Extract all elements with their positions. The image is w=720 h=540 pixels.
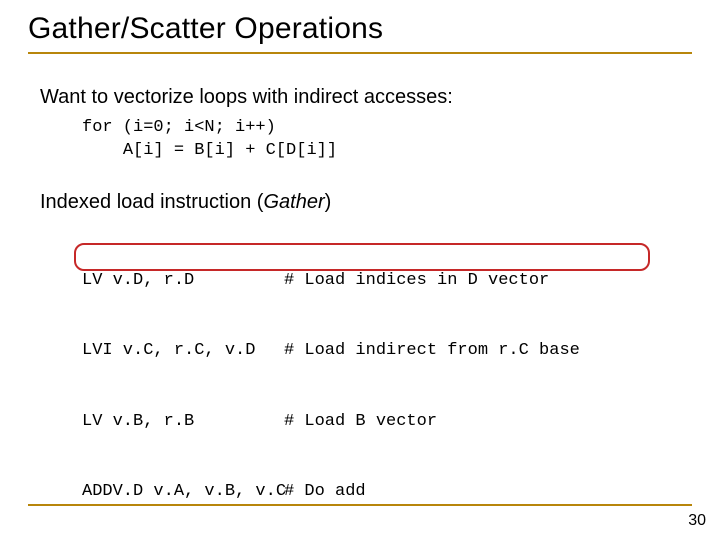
asm-row-0: LV v.D, r.D# Load indices in D vector [82, 269, 692, 292]
asm-row-2: LV v.B, r.B# Load B vector [82, 410, 692, 433]
intro-line: Want to vectorize loops with indirect ac… [40, 86, 692, 109]
c-code-line-1: for (i=0; i<N; i++) [82, 118, 276, 137]
assembly-block: LV v.D, r.D# Load indices in D vector LV… [82, 222, 692, 540]
c-code-block: for (i=0; i<N; i++) A[i] = B[i] + C[D[i]… [82, 117, 692, 163]
asm-row-3: ADDV.D v.A, v.B, v.C# Do add [82, 480, 692, 503]
slide-title: Gather/Scatter Operations [28, 12, 692, 46]
footer-divider [28, 504, 692, 506]
page-number: 30 [688, 512, 706, 530]
c-code-line-2: A[i] = B[i] + C[D[i]] [123, 141, 337, 160]
gather-heading: Indexed load instruction (Gather) [40, 191, 692, 214]
title-divider [28, 52, 692, 54]
asm-row-1: LVI v.C, r.C, v.D# Load indirect from r.… [82, 339, 692, 362]
